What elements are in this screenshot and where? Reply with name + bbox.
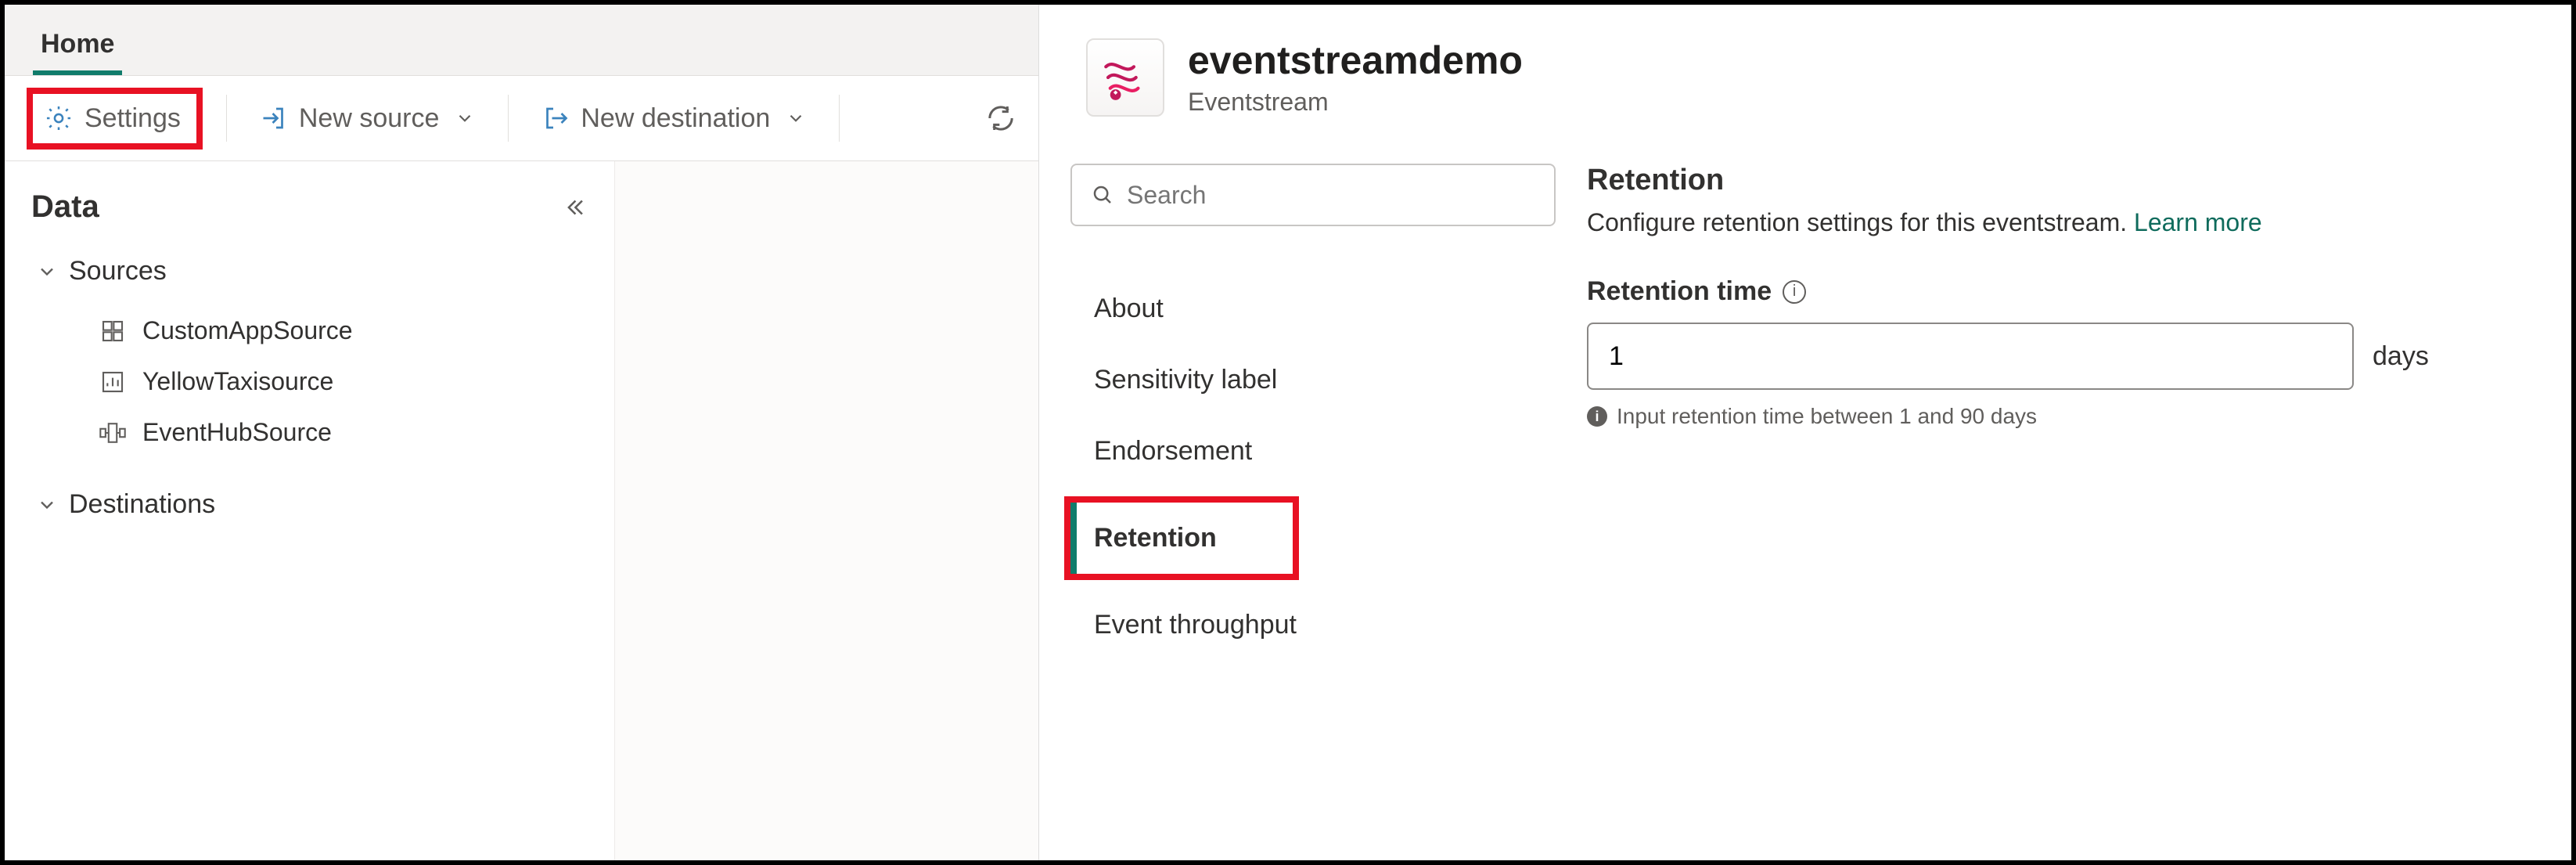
highlight-retention: Retention [1064, 496, 1299, 580]
flyout-body: About Sensitivity label Endorsement Rete… [1039, 124, 2571, 860]
chevron-down-icon [786, 108, 806, 128]
editor-canvas[interactable] [615, 161, 1038, 860]
retention-time-label: Retention time i [1587, 276, 2524, 307]
tab-strip: Home [5, 5, 1038, 75]
retention-heading: Retention [1587, 164, 2524, 197]
new-source-button[interactable]: New source [250, 96, 485, 142]
destinations-group[interactable]: Destinations [36, 489, 588, 520]
gear-icon [44, 103, 74, 133]
search-input[interactable] [1070, 164, 1556, 226]
chart-icon [99, 369, 127, 395]
nav-endorsement[interactable]: Endorsement [1070, 416, 1556, 487]
arrow-in-icon [260, 104, 288, 132]
retention-time-field-row: days [1587, 323, 2524, 390]
destinations-label: Destinations [69, 489, 215, 520]
eventstream-icon [1086, 38, 1164, 117]
toolbar-separator [839, 95, 840, 142]
hub-icon [99, 421, 127, 445]
refresh-button[interactable] [985, 103, 1016, 134]
search-field[interactable] [1127, 181, 1535, 210]
collapse-panel-button[interactable] [561, 194, 588, 221]
nav-sensitivity[interactable]: Sensitivity label [1070, 344, 1556, 416]
settings-button[interactable]: Settings [38, 99, 187, 139]
tab-home[interactable]: Home [33, 15, 122, 75]
settings-label: Settings [85, 103, 181, 134]
settings-flyout: eventstreamdemo Eventstream About Sensit… [1039, 5, 2571, 860]
source-item[interactable]: EventHubSource [31, 407, 588, 458]
retention-time-unit: days [2373, 341, 2429, 372]
retention-hint: i Input retention time between 1 and 90 … [1587, 404, 2524, 429]
learn-more-link[interactable]: Learn more [2134, 208, 2262, 236]
nav-retention[interactable]: Retention [1070, 503, 1293, 574]
grid-icon [99, 319, 127, 344]
toolbar: Settings New source [5, 75, 1038, 161]
sources-label: Sources [69, 256, 167, 287]
app-frame: Home Settings [0, 0, 2576, 865]
retention-description: Configure retention settings for this ev… [1587, 208, 2524, 237]
info-icon[interactable]: i [1783, 280, 1806, 304]
nav-about[interactable]: About [1070, 273, 1556, 344]
new-destination-button[interactable]: New destination [532, 96, 815, 142]
retention-pane: Retention Configure retention settings f… [1587, 164, 2524, 860]
arrow-out-icon [541, 104, 570, 132]
chevron-down-icon [455, 108, 475, 128]
source-item-label: YellowTaxisource [142, 367, 333, 396]
nav-throughput[interactable]: Event throughput [1070, 589, 1556, 661]
flyout-header: eventstreamdemo Eventstream [1039, 5, 2571, 124]
flyout-title: eventstreamdemo [1188, 38, 1523, 83]
flyout-subtitle: Eventstream [1188, 88, 1523, 117]
source-item[interactable]: CustomAppSource [31, 305, 588, 356]
retention-time-input[interactable] [1587, 323, 2354, 390]
toolbar-separator [226, 95, 227, 142]
source-item-label: EventHubSource [142, 418, 332, 447]
toolbar-separator [508, 95, 509, 142]
search-icon [1091, 183, 1114, 207]
chevron-down-icon [36, 261, 58, 283]
new-destination-label: New destination [581, 103, 770, 134]
flyout-title-block: eventstreamdemo Eventstream [1188, 38, 1523, 117]
highlight-settings: Settings [27, 88, 203, 150]
flyout-nav: About Sensitivity label Endorsement Rete… [1070, 164, 1556, 860]
info-solid-icon: i [1587, 406, 1607, 427]
chevron-down-icon [36, 494, 58, 516]
source-item-label: CustomAppSource [142, 316, 353, 345]
data-panel: Data Sources CustomAppSource [5, 161, 615, 860]
data-panel-title: Data [31, 189, 99, 225]
editor-area: Home Settings [5, 5, 1039, 860]
editor-lower: Data Sources CustomAppSource [5, 161, 1038, 860]
source-item[interactable]: YellowTaxisource [31, 356, 588, 407]
new-source-label: New source [299, 103, 440, 134]
sources-group[interactable]: Sources [36, 256, 588, 287]
